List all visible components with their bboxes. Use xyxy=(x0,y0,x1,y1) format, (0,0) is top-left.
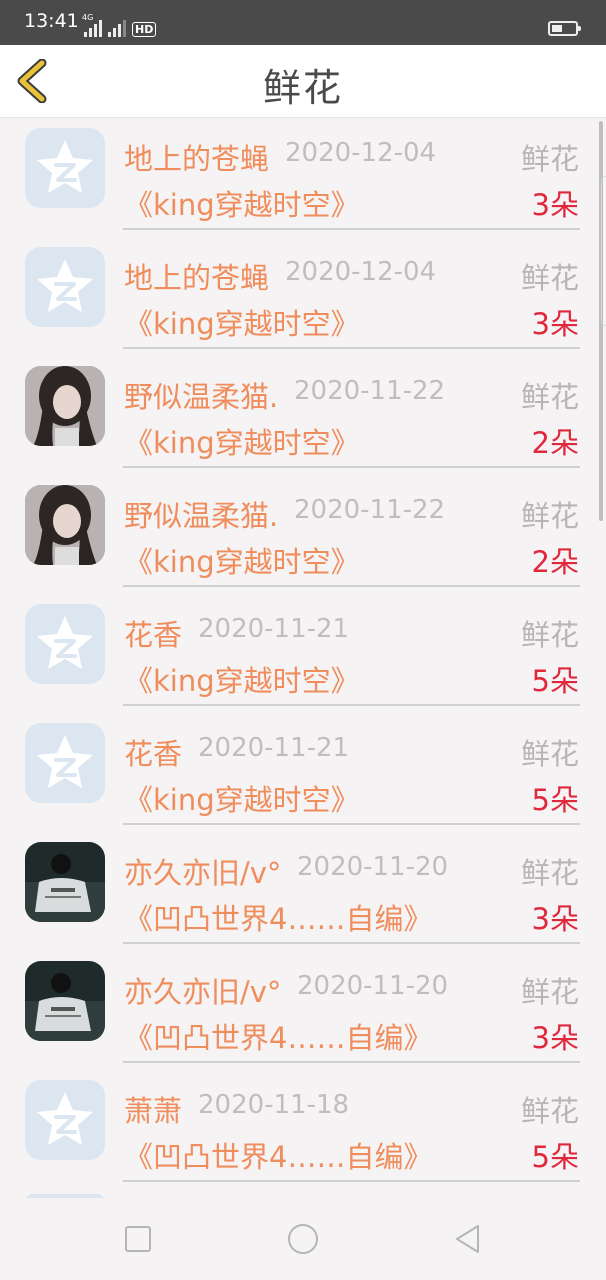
list-item[interactable]: 亦久亦旧/v° 2020-11-20 鲜花《凹凸世界4……自编》 3朵 xyxy=(0,951,606,1070)
sender-nickname[interactable]: 野似温柔猫. xyxy=(124,493,278,535)
sender-nickname[interactable]: 萧萧 xyxy=(124,1088,182,1130)
send-date: 2020-11-22 xyxy=(294,376,446,406)
sender-nickname[interactable]: 野似温柔猫. xyxy=(124,374,278,416)
battery-icon xyxy=(548,21,581,36)
system-nav-bar xyxy=(0,1198,606,1280)
gift-type: 鲜花 xyxy=(520,1094,579,1128)
list-item[interactable]: 萧萧 2020-11-18 鲜花《凹凸世界4……自编》 5朵 xyxy=(0,1070,606,1189)
work-title-link[interactable]: 《king穿越时空》 xyxy=(124,777,360,819)
flower-count: 2朵 xyxy=(531,426,579,460)
back-nav-button[interactable] xyxy=(451,1222,485,1256)
page-title: 鲜花 xyxy=(262,66,343,110)
row-divider xyxy=(123,1061,580,1063)
list-item[interactable]: 花香 2020-11-21 鲜花《king穿越时空》 5朵 xyxy=(0,594,606,713)
list-item[interactable]: 地上的苍蝇 2020-12-04 鲜花《king穿越时空》 3朵 xyxy=(0,118,606,237)
home-button[interactable] xyxy=(286,1222,320,1256)
row-divider xyxy=(123,347,580,349)
flower-count: 3朵 xyxy=(531,902,579,936)
flower-record-list[interactable]: 地上的苍蝇 2020-12-04 鲜花 《king穿越时空》 3朵 地上的苍蝇 2020-1… xyxy=(0,118,606,1198)
sender-nickname[interactable]: 地上的苍蝇 xyxy=(124,136,269,178)
square-icon xyxy=(125,1226,151,1252)
work-title-link[interactable]: 《king穿越时空》 xyxy=(124,301,360,343)
gift-type: 鲜花 xyxy=(520,380,579,414)
work-title-link[interactable]: 《凹凸世界4……自编》 xyxy=(124,1015,432,1057)
flower-count: 3朵 xyxy=(531,307,579,341)
sender-nickname[interactable]: 花香 xyxy=(124,612,182,654)
row-divider xyxy=(123,942,580,944)
gift-type: 鲜花 xyxy=(520,618,579,652)
flower-count: 2朵 xyxy=(531,545,579,579)
status-icons: 4G HD xyxy=(82,13,157,37)
row-divider xyxy=(123,704,580,706)
app-header: 鲜花 xyxy=(0,45,606,118)
avatar[interactable] xyxy=(25,961,105,1041)
list-item[interactable]: 花香 2020-11-21 鲜花《king穿越时空》 5朵 xyxy=(0,713,606,832)
avatar[interactable] xyxy=(25,723,105,803)
send-date: 2020-11-21 xyxy=(198,733,350,763)
flower-count: 5朵 xyxy=(531,664,579,698)
sender-nickname[interactable]: 花香 xyxy=(124,731,182,773)
list-item[interactable]: 地上的苍蝇 2020-12-04 鲜花《king穿越时空》 3朵 xyxy=(0,237,606,356)
list-item[interactable]: 野似温柔猫. 2020-11-22 鲜花《king穿越时空》 2朵 xyxy=(0,475,606,594)
avatar[interactable] xyxy=(25,1080,105,1160)
row-divider xyxy=(123,585,580,587)
triangle-back-icon xyxy=(456,1225,479,1253)
circle-icon xyxy=(288,1224,318,1254)
gift-type: 鲜花 xyxy=(520,856,579,890)
status-time: 13:41 xyxy=(24,10,79,32)
work-title-link[interactable]: 《king穿越时空》 xyxy=(124,539,360,581)
row-divider xyxy=(123,823,580,825)
sender-nickname[interactable]: 地上的苍蝇 xyxy=(124,255,269,297)
flower-count: 5朵 xyxy=(531,783,579,817)
network-type: 4G xyxy=(82,13,94,22)
signal-icon: 4G xyxy=(82,13,102,37)
gift-type: 鲜花 xyxy=(520,737,579,771)
sender-nickname[interactable]: 亦久亦旧/v° xyxy=(124,850,281,892)
work-title-link[interactable]: 《king穿越时空》 xyxy=(124,182,360,224)
work-title-link[interactable]: 《凹凸世界4……自编》 xyxy=(124,896,432,938)
send-date: 2020-11-22 xyxy=(294,495,446,525)
avatar[interactable] xyxy=(25,842,105,922)
send-date: 2020-11-20 xyxy=(297,971,449,1001)
send-date: 2020-12-04 xyxy=(285,138,437,168)
avatar[interactable] xyxy=(25,366,105,446)
work-title-link[interactable]: 《king穿越时空》 xyxy=(124,658,360,700)
list-item[interactable]: 亦久亦旧/v° 2020-11-20 鲜花《凹凸世界4……自编》 3朵 xyxy=(0,832,606,951)
flower-count: 3朵 xyxy=(531,1021,579,1055)
send-date: 2020-11-21 xyxy=(198,614,350,644)
signal-icon-2 xyxy=(108,19,126,37)
row-divider xyxy=(123,466,580,468)
gift-type: 鲜花 xyxy=(520,499,579,533)
flower-count: 5朵 xyxy=(531,1140,579,1174)
hd-badge: HD xyxy=(132,22,157,37)
avatar[interactable] xyxy=(25,485,105,565)
gift-type: 鲜花 xyxy=(520,261,579,295)
send-date: 2020-12-04 xyxy=(285,257,437,287)
sender-nickname[interactable]: 亦久亦旧/v° xyxy=(124,969,281,1011)
row-divider xyxy=(123,228,580,230)
send-date: 2020-11-18 xyxy=(198,1090,350,1120)
list-item[interactable]: 野似温柔猫. 2020-11-22 鲜花《king穿越时空》 2朵 xyxy=(0,356,606,475)
status-bar: 13:41 4G HD xyxy=(0,0,606,45)
gift-type: 鲜花 xyxy=(520,975,579,1009)
recent-apps-button[interactable] xyxy=(121,1222,155,1256)
edge-panel-handle[interactable] xyxy=(601,176,606,326)
send-date: 2020-11-20 xyxy=(297,852,449,882)
work-title-link[interactable]: 《king穿越时空》 xyxy=(124,420,360,462)
avatar[interactable] xyxy=(25,604,105,684)
flower-count: 3朵 xyxy=(531,188,579,222)
work-title-link[interactable]: 《凹凸世界4……自编》 xyxy=(124,1134,432,1176)
gift-type: 鲜花 xyxy=(520,142,579,176)
row-divider xyxy=(123,1180,580,1182)
avatar[interactable] xyxy=(25,128,105,208)
avatar[interactable] xyxy=(25,247,105,327)
